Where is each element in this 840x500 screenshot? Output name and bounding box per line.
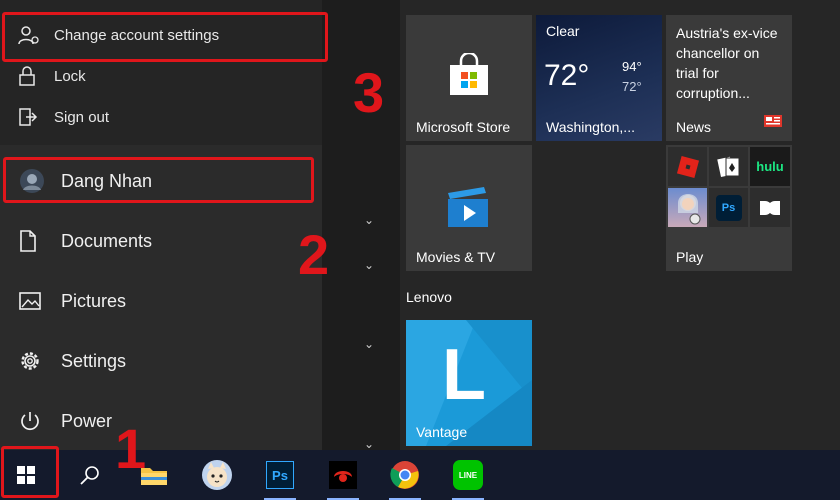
- chrome-icon: [390, 461, 419, 489]
- chevron-down-icon[interactable]: ⌄: [361, 258, 377, 272]
- step-number-2: 2: [298, 223, 330, 286]
- pictures-item[interactable]: Pictures: [0, 273, 322, 329]
- sign-out-icon: [18, 107, 54, 127]
- highlight-change-account-settings: [2, 12, 328, 62]
- pictures-label: Pictures: [61, 290, 127, 311]
- news-headline: Austria's ex-vice chancellor on trial fo…: [676, 25, 778, 101]
- weather-low: 72°: [622, 79, 642, 94]
- sign-out-item[interactable]: Sign out: [0, 97, 322, 137]
- chrome-button[interactable]: [383, 450, 427, 500]
- power-item[interactable]: Power: [0, 393, 322, 449]
- settings-label: Settings: [61, 350, 127, 371]
- cat-app-button[interactable]: [195, 450, 239, 500]
- line-icon: LINE: [453, 460, 483, 490]
- documents-item[interactable]: Documents: [0, 213, 322, 269]
- chevron-down-icon[interactable]: ⌄: [361, 437, 377, 451]
- lock-label: Lock: [54, 67, 86, 85]
- cat-face-icon: [202, 460, 232, 490]
- photoshop-taskbar-button[interactable]: Ps: [258, 450, 302, 500]
- hulu-icon: hulu: [750, 147, 790, 186]
- microsoft-store-tile[interactable]: Microsoft Store: [406, 15, 532, 141]
- weather-city: Washington,...: [546, 119, 635, 135]
- weather-tile[interactable]: Clear 72° 94° 72° Washington,...: [536, 15, 662, 141]
- movies-tv-tile[interactable]: Movies & TV: [406, 145, 532, 271]
- weather-temp: 72°: [544, 59, 590, 92]
- garena-button[interactable]: [321, 450, 365, 500]
- search-button[interactable]: [68, 450, 112, 500]
- dolby-icon: [750, 188, 790, 227]
- garena-icon: [329, 461, 357, 489]
- line-button[interactable]: LINE: [446, 450, 490, 500]
- play-tile[interactable]: hulu Ps Play: [666, 145, 792, 271]
- settings-item[interactable]: Settings: [0, 333, 322, 389]
- power-label: Power: [61, 410, 113, 431]
- lock-icon: [18, 66, 54, 86]
- photoshop-icon: Ps: [266, 461, 294, 489]
- chevron-down-icon[interactable]: ⌄: [361, 213, 377, 227]
- search-icon: [80, 466, 99, 485]
- microsoft-store-label: Microsoft Store: [416, 119, 511, 135]
- weather-high: 94°: [622, 59, 642, 74]
- highlight-user-account: [3, 157, 314, 203]
- documents-label: Documents: [61, 230, 153, 251]
- step-number-1: 1: [115, 417, 147, 480]
- roblox-icon: [668, 147, 707, 186]
- lenovo-group-title: Lenovo: [406, 289, 452, 305]
- vantage-label: Vantage: [416, 424, 468, 440]
- lock-item[interactable]: Lock: [0, 56, 322, 96]
- step-number-3: 3: [353, 61, 385, 124]
- lenovo-vantage-tile[interactable]: L Vantage: [406, 320, 532, 446]
- solitaire-icon: [709, 147, 748, 186]
- photoshop-express-icon: Ps: [709, 188, 748, 227]
- movies-tv-icon: [444, 183, 492, 236]
- news-label: News: [676, 119, 712, 135]
- power-icon: [19, 410, 61, 432]
- game-character-icon: [668, 188, 707, 227]
- gear-icon: [19, 350, 61, 372]
- weather-condition: Clear: [546, 23, 580, 39]
- news-icon: [764, 114, 782, 132]
- movies-tv-label: Movies & TV: [416, 249, 496, 265]
- picture-icon: [19, 292, 61, 310]
- news-tile[interactable]: Austria's ex-vice chancellor on trial fo…: [666, 15, 792, 141]
- vantage-logo-letter: L: [442, 335, 486, 415]
- sign-out-label: Sign out: [54, 108, 110, 126]
- document-icon: [19, 230, 61, 252]
- store-bag-icon: [446, 51, 492, 104]
- chevron-down-icon[interactable]: ⌄: [361, 337, 377, 351]
- highlight-start-button: [1, 446, 59, 498]
- play-label: Play: [676, 249, 704, 265]
